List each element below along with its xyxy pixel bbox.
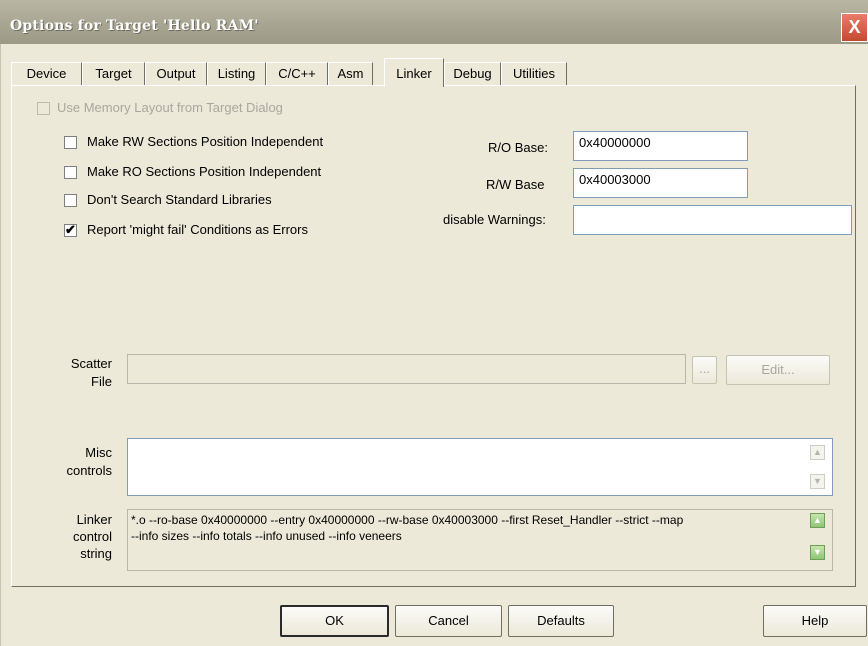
linker-scroll-down-button[interactable]: ▼ xyxy=(810,545,825,560)
tab-output[interactable]: Output xyxy=(145,62,207,85)
linker-scroll-up-button[interactable]: ▲ xyxy=(810,513,825,528)
might-fail-errors-checkbox[interactable]: ✔ xyxy=(64,222,77,237)
no-std-libraries-label: Don't Search Standard Libraries xyxy=(87,192,272,207)
chevron-down-icon: ▼ xyxy=(813,547,822,557)
no-std-libraries-checkbox[interactable] xyxy=(64,194,77,207)
title-bar[interactable]: Options for Target 'Hello RAM' X xyxy=(0,0,868,44)
cancel-button[interactable]: Cancel xyxy=(395,605,502,637)
rw-base-input[interactable]: 0x40003000 xyxy=(573,168,748,198)
tab-device[interactable]: Device xyxy=(11,62,82,85)
ro-base-label: R/O Base: xyxy=(488,140,548,155)
tab-asm[interactable]: Asm xyxy=(328,62,373,85)
ro-position-independent-label: Make RO Sections Position Independent xyxy=(87,164,322,179)
linker-control-label-line3: string xyxy=(80,546,112,561)
scatter-label-line2: File xyxy=(91,374,112,389)
might-fail-errors-label: Report 'might fail' Conditions as Errors xyxy=(87,222,308,237)
linker-control-label-line2: control xyxy=(72,529,112,544)
scatter-file-input[interactable] xyxy=(127,354,686,384)
tab-target[interactable]: Target xyxy=(82,62,145,85)
check-mark-icon: ✔ xyxy=(65,222,76,237)
tab-cc[interactable]: C/C++ xyxy=(266,62,328,85)
linker-control-line1: *.o --ro-base 0x40000000 --entry 0x40000… xyxy=(131,513,684,527)
close-icon: X xyxy=(848,17,861,37)
linker-control-label-line1: Linker xyxy=(76,512,112,527)
misc-scroll-up-button[interactable]: ▲ xyxy=(810,445,825,460)
ok-button[interactable]: OK xyxy=(280,605,389,637)
disable-warnings-input[interactable] xyxy=(573,205,852,235)
scatter-edit-button[interactable]: Edit... xyxy=(726,355,830,385)
misc-scroll-down-button[interactable]: ▼ xyxy=(810,474,825,489)
help-button[interactable]: Help xyxy=(763,605,867,637)
misc-controls-input[interactable] xyxy=(127,438,833,496)
scatter-browse-button[interactable]: ... xyxy=(692,356,717,384)
rw-position-independent-checkbox[interactable] xyxy=(64,136,77,149)
rw-base-label: R/W Base xyxy=(486,177,545,192)
misc-label-line1: Misc xyxy=(85,445,112,460)
linker-control-string: *.o --ro-base 0x40000000 --entry 0x40000… xyxy=(127,509,833,571)
tab-linker[interactable]: Linker xyxy=(384,58,444,87)
tab-listing[interactable]: Listing xyxy=(207,62,266,85)
linker-control-line2: --info sizes --info totals --info unused… xyxy=(131,529,402,543)
window-title: Options for Target 'Hello RAM' xyxy=(10,18,259,34)
chevron-down-icon: ▼ xyxy=(813,476,822,486)
ro-base-input[interactable]: 0x40000000 xyxy=(573,131,748,161)
scatter-label-line1: Scatter xyxy=(70,356,112,371)
chevron-up-icon: ▲ xyxy=(813,515,822,525)
ro-position-independent-checkbox[interactable] xyxy=(64,166,77,179)
misc-label-line2: controls xyxy=(66,463,112,478)
defaults-button[interactable]: Defaults xyxy=(508,605,614,637)
disable-warnings-label: disable Warnings: xyxy=(443,212,546,227)
memory-layout-label: Use Memory Layout from Target Dialog xyxy=(57,100,283,115)
memory-layout-checkbox[interactable] xyxy=(37,102,50,115)
rw-position-independent-label: Make RW Sections Position Independent xyxy=(87,134,324,149)
close-button[interactable]: X xyxy=(841,13,868,42)
tab-utilities[interactable]: Utilities xyxy=(501,62,567,85)
chevron-up-icon: ▲ xyxy=(813,447,822,457)
tab-debug[interactable]: Debug xyxy=(444,62,501,85)
